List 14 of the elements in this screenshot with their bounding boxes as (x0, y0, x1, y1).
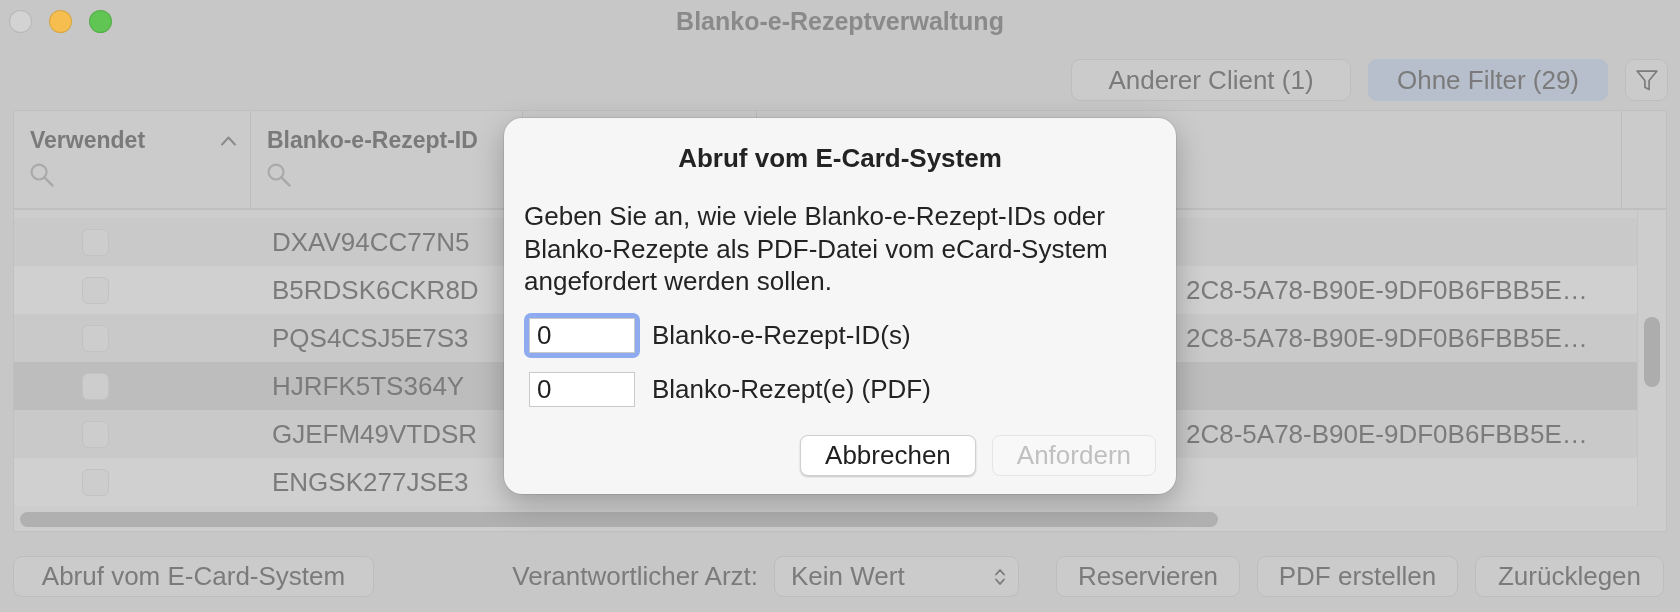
prescription-id-text: GJEFM49VTDSR (272, 418, 478, 449)
field-label: Blanko-e-Rezept-ID(s) (652, 318, 911, 352)
uuid-text: 2C8-5A78-B90E-9DF0B6FBB5E… (1186, 274, 1588, 305)
prescription-id-text: ENGSK277JSE3 (272, 466, 469, 497)
window-title: Blanko-e-Rezeptverwaltung (676, 7, 1004, 35)
prescription-id-text: DXAV94CC77N5 (272, 226, 470, 257)
uuid-text: 2C8-5A78-B90E-9DF0B6FBB5E… (1186, 418, 1588, 449)
prescription-id-text: PQS4CSJ5E7S3 (272, 322, 469, 353)
field-label: Blanko-Rezept(e) (PDF) (652, 372, 931, 406)
uuid-text: 2C8-5A78-B90E-9DF0B6FBB5E… (1186, 322, 1588, 353)
doctor-label: Verantwortlicher Arzt: (512, 560, 758, 593)
dialog-title: Abruf vom E-Card-System (677, 142, 1003, 174)
prescription-id-text: B5RDSK6CKR8D (272, 274, 479, 305)
prescription-id-text: HJRFK5TS364Y (272, 370, 465, 401)
